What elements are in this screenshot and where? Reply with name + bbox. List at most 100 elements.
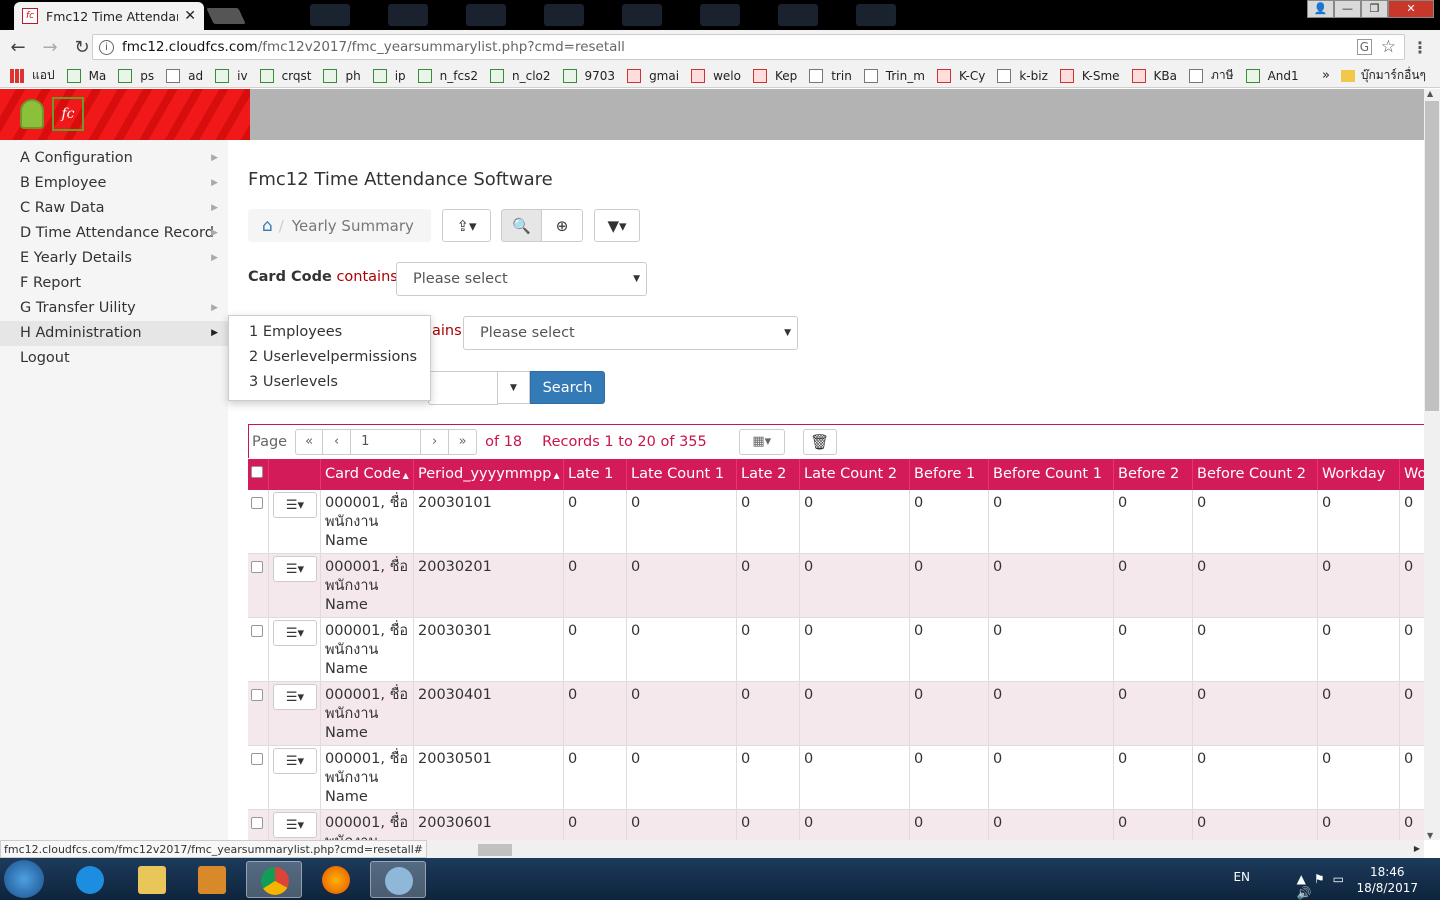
- scroll-right-icon[interactable]: ▶: [1414, 840, 1420, 858]
- column-chooser-button[interactable]: ▦▾: [738, 428, 785, 455]
- column-header[interactable]: Late Count 1: [627, 459, 737, 490]
- media-taskbar-button[interactable]: [184, 861, 240, 898]
- select-all-checkbox[interactable]: [251, 466, 263, 478]
- bookmark-item[interactable]: ad: [166, 68, 203, 83]
- next-page-button[interactable]: ›: [421, 428, 450, 455]
- last-page-button[interactable]: »: [449, 428, 478, 455]
- bookmark-item[interactable]: แอป: [10, 66, 55, 85]
- column-header[interactable]: Before 1: [910, 459, 989, 490]
- sidebar-item-configuration[interactable]: A Configuration ▶: [20, 146, 220, 171]
- horizontal-scroll-thumb[interactable]: [478, 844, 512, 856]
- bookmark-item[interactable]: 9703: [562, 68, 615, 83]
- tray-icons[interactable]: ▲⚑▭🔊: [1297, 872, 1352, 900]
- period-select[interactable]: Please select ▼: [463, 316, 798, 350]
- sidebar-item-administration[interactable]: H Administration ▶: [0, 321, 228, 346]
- app-logo[interactable]: fc: [0, 89, 250, 140]
- advanced-search-button[interactable]: ⊕: [541, 209, 583, 242]
- bookmark-star-icon[interactable]: ☆: [1381, 37, 1396, 57]
- row-menu-button[interactable]: ☰▾: [273, 812, 317, 838]
- export-button[interactable]: ⇪▾: [442, 209, 491, 242]
- row-checkbox[interactable]: [251, 689, 263, 701]
- new-tab-button[interactable]: [206, 8, 246, 24]
- row-menu-button[interactable]: ☰▾: [273, 684, 317, 710]
- explorer-taskbar-button[interactable]: [124, 861, 180, 898]
- bookmark-item[interactable]: n_fcs2: [417, 68, 478, 83]
- submenu-item-employees[interactable]: 1 Employees: [229, 320, 430, 345]
- language-indicator[interactable]: EN: [1233, 870, 1250, 884]
- prev-page-button[interactable]: ‹: [323, 428, 352, 455]
- home-icon[interactable]: ⌂: [262, 216, 273, 236]
- back-icon[interactable]: ←: [4, 37, 32, 58]
- bookmark-item[interactable]: crqst: [259, 68, 311, 83]
- bookmark-item[interactable]: iv: [215, 68, 248, 83]
- sidebar-item-time-attendance[interactable]: D Time Attendance Record ▶: [20, 221, 220, 246]
- bookmark-item[interactable]: And1: [1245, 68, 1299, 83]
- row-menu-button[interactable]: ☰▾: [273, 492, 317, 518]
- submenu-item-userlevelpermissions[interactable]: 2 Userlevelpermissions: [229, 345, 430, 370]
- bookmark-item[interactable]: ip: [372, 68, 406, 83]
- bookmark-item[interactable]: k-biz: [997, 68, 1048, 83]
- bookmark-item[interactable]: KBa: [1131, 68, 1177, 83]
- row-menu-button[interactable]: ☰▾: [273, 556, 317, 582]
- sidebar-item-raw-data[interactable]: C Raw Data ▶: [20, 196, 220, 221]
- start-button[interactable]: [4, 860, 44, 898]
- row-checkbox[interactable]: [251, 625, 263, 637]
- submenu-item-userlevels[interactable]: 3 Userlevels: [229, 370, 430, 395]
- search-panel-button[interactable]: 🔍: [501, 209, 542, 242]
- sidebar-item-transfer-utility[interactable]: G Transfer Uility ▶: [20, 296, 220, 321]
- close-tab-icon[interactable]: ✕: [184, 8, 196, 24]
- bookmark-item[interactable]: trin: [809, 68, 852, 83]
- sidebar-item-employee[interactable]: B Employee ▶: [20, 171, 220, 196]
- browser-tab[interactable]: fc Fmc12 Time Attendance ✕: [14, 2, 204, 30]
- chrome-taskbar-button[interactable]: [246, 861, 302, 898]
- column-header[interactable]: Before Count 1: [989, 459, 1114, 490]
- bookmark-item[interactable]: ภาษี: [1189, 66, 1234, 85]
- row-menu-button[interactable]: ☰▾: [273, 748, 317, 774]
- user-icon[interactable]: 👤: [1307, 0, 1334, 18]
- bookmark-item[interactable]: Trin_m: [863, 68, 925, 83]
- sidebar-item-report[interactable]: F Report: [20, 271, 220, 296]
- search-type-dropdown[interactable]: ▼: [497, 371, 530, 404]
- column-header[interactable]: Before 2: [1114, 459, 1193, 490]
- filter-button[interactable]: ▼▾: [594, 209, 640, 242]
- sidebar-item-logout[interactable]: Logout: [20, 346, 220, 371]
- row-checkbox[interactable]: [251, 497, 263, 509]
- bookmark-item[interactable]: K-Cy: [936, 68, 985, 83]
- bookmark-item[interactable]: n_clo2: [490, 68, 551, 83]
- bookmark-item[interactable]: welo: [691, 68, 741, 83]
- column-header[interactable]: Period_yyyymmpp ▲: [414, 459, 564, 490]
- other-bookmarks-folder[interactable]: บุ๊กมาร์กอื่นๆ: [1340, 66, 1426, 85]
- scroll-thumb[interactable]: [1425, 101, 1439, 411]
- column-header[interactable]: Late Count 2: [800, 459, 910, 490]
- info-icon[interactable]: i: [99, 39, 114, 55]
- url-field[interactable]: i fmc12.cloudfcs.com/fmc12v2017/fmc_year…: [92, 34, 1405, 60]
- bookmark-item[interactable]: Ma: [66, 68, 106, 83]
- maximize-button[interactable]: ❐: [1361, 0, 1388, 18]
- card-code-select[interactable]: Please select ▼: [396, 262, 647, 296]
- first-page-button[interactable]: «: [295, 428, 324, 455]
- column-header[interactable]: Wo: [1400, 459, 1424, 490]
- forward-icon[interactable]: →: [36, 37, 64, 58]
- row-checkbox[interactable]: [251, 817, 263, 829]
- clock[interactable]: 18:46 18/8/2017: [1356, 864, 1418, 896]
- paint-taskbar-button[interactable]: [370, 861, 426, 898]
- column-header[interactable]: Before Count 2: [1193, 459, 1318, 490]
- bookmark-item[interactable]: ph: [323, 68, 361, 83]
- bookmark-item[interactable]: ps: [118, 68, 154, 83]
- minimize-button[interactable]: —: [1334, 0, 1361, 18]
- translate-icon[interactable]: G: [1356, 39, 1372, 55]
- scroll-up-icon[interactable]: ▲: [1427, 89, 1433, 98]
- column-header[interactable]: Late 1: [564, 459, 627, 490]
- scroll-down-icon[interactable]: ▼: [1427, 831, 1433, 840]
- search-keyword-input[interactable]: [428, 371, 498, 405]
- bookmark-item[interactable]: gmai: [627, 68, 679, 83]
- delete-button[interactable]: 🗑: [802, 428, 837, 455]
- column-header[interactable]: Card Code ▲: [321, 459, 414, 490]
- bookmark-item[interactable]: K-Sme: [1059, 68, 1120, 83]
- bookmark-item[interactable]: Kep: [752, 68, 797, 83]
- firefox-taskbar-button[interactable]: [308, 861, 364, 898]
- sidebar-item-yearly-details[interactable]: E Yearly Details ▶: [20, 246, 220, 271]
- ie-taskbar-button[interactable]: [62, 861, 118, 898]
- search-button[interactable]: Search: [530, 371, 605, 404]
- row-checkbox[interactable]: [251, 561, 263, 573]
